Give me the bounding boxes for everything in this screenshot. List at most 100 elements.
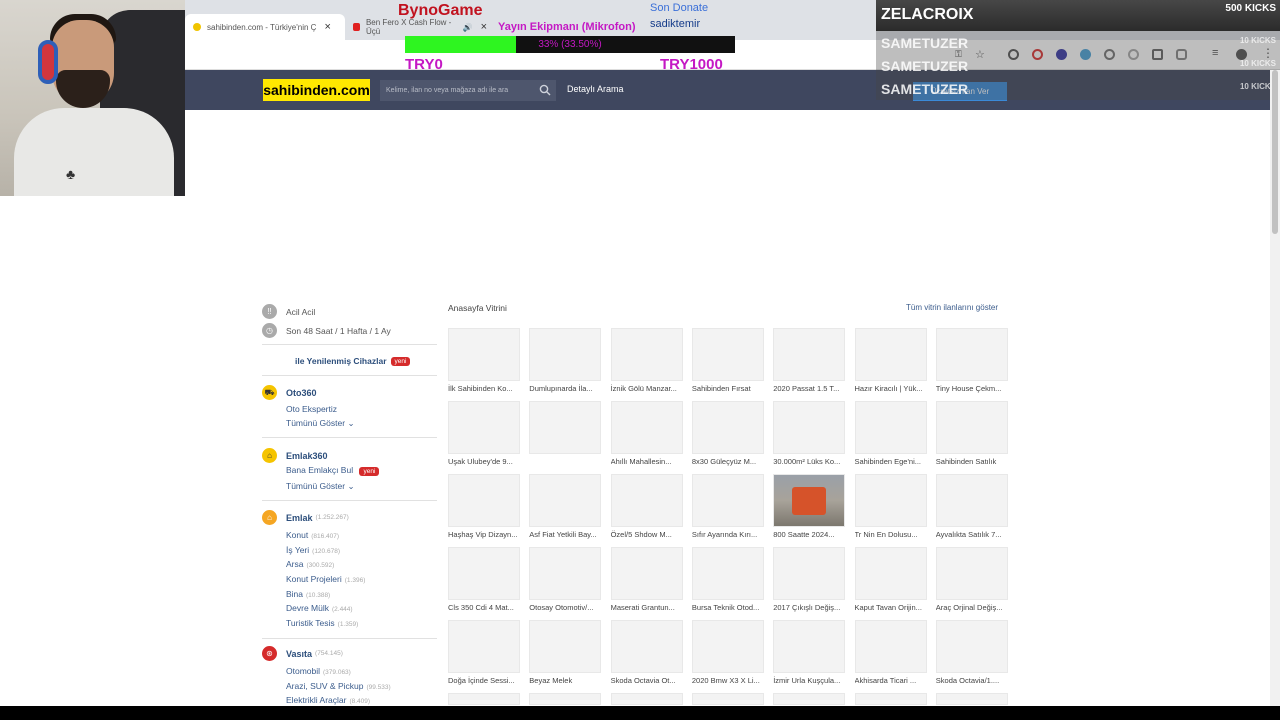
showcase-caption[interactable]: 2020 Bmw X3 X Li... — [692, 676, 770, 685]
showcase-thumbnail[interactable] — [610, 547, 683, 600]
showcase-thumbnail[interactable] — [691, 620, 764, 673]
showcase-card[interactable]: 30.000m² Lüks Ko... — [773, 401, 846, 466]
detailed-search-link[interactable]: Detaylı Arama — [567, 84, 624, 94]
showcase-caption[interactable]: Kaput Tavan Orijin... — [855, 603, 933, 612]
showcase-caption[interactable]: Hazır Kiracılı | Yük... — [855, 384, 933, 393]
showcase-caption[interactable]: Özel/5 Shdow M... — [611, 530, 689, 539]
showcase-card[interactable]: 800 Saatte 2024... — [773, 474, 846, 539]
showcase-card[interactable]: Sahibinden Satılık — [935, 401, 1008, 466]
close-tab-icon[interactable]: × — [324, 21, 330, 33]
showcase-card[interactable] — [691, 693, 764, 705]
showcase-card[interactable]: 8x30 Güleçyüz M... — [691, 401, 764, 466]
showcase-card[interactable]: Tiny House Çekm... — [935, 328, 1008, 393]
showcase-thumbnail[interactable] — [854, 401, 927, 454]
showcase-card[interactable] — [529, 401, 602, 457]
showcase-thumbnail[interactable] — [773, 620, 846, 673]
refurbished-link[interactable]: ile Yenilenmiş Cihazlar yeni — [295, 356, 411, 366]
showcase-thumbnail[interactable] — [854, 474, 927, 527]
showcase-thumbnail[interactable] — [935, 474, 1008, 527]
showcase-caption[interactable]: 800 Saatte 2024... — [773, 530, 851, 539]
showcase-thumbnail[interactable] — [691, 328, 764, 381]
showcase-caption[interactable]: 2020 Passat 1.5 T... — [773, 384, 851, 393]
showcase-card[interactable] — [773, 693, 846, 705]
showcase-caption[interactable]: Otosay Otomotiv/... — [529, 603, 607, 612]
showcase-thumbnail[interactable] — [610, 401, 683, 454]
showcase-thumbnail[interactable] — [448, 328, 520, 381]
showcase-card[interactable]: Araç Orjinal Değiş... — [935, 547, 1008, 612]
showcase-thumbnail[interactable] — [773, 328, 846, 381]
category-emlak360[interactable]: ⌂ Emlak360 — [262, 448, 328, 463]
search-input[interactable]: Kelime, ilan no veya mağaza adı ile ara — [380, 80, 556, 101]
showcase-card[interactable]: Dumlupınarda İla... — [529, 328, 602, 393]
sub-link-arsa[interactable]: Arsa (300.592) — [286, 559, 334, 569]
showcase-card[interactable]: 2020 Bmw X3 X Li... — [691, 620, 764, 685]
showcase-thumbnail[interactable] — [935, 401, 1008, 454]
showcase-caption[interactable]: Akhisarda Ticari ... — [855, 676, 933, 685]
sub-link-bina[interactable]: Bina (10.388) — [286, 589, 330, 599]
showcase-caption[interactable]: Araç Orjinal Değiş... — [936, 603, 1014, 612]
showcase-card[interactable]: Bursa Teknik Otod... — [691, 547, 764, 612]
sub-link-oto-ekspertiz[interactable]: Oto Ekspertiz — [286, 404, 337, 414]
showcase-caption[interactable]: Sıfır Ayarında Kırı... — [692, 530, 770, 539]
showcase-caption[interactable]: Tiny House Çekm... — [936, 384, 1014, 393]
showcase-thumbnail[interactable] — [935, 620, 1008, 673]
showcase-thumbnail[interactable] — [935, 328, 1008, 381]
showcase-card[interactable]: Uşak Ulubey'de 9... — [448, 401, 520, 466]
showcase-thumbnail[interactable] — [529, 328, 602, 381]
showcase-thumbnail[interactable] — [448, 693, 520, 705]
showcase-thumbnail[interactable] — [529, 474, 602, 527]
showcase-card[interactable]: Tr Nin En Dolusu... — [854, 474, 927, 539]
sub-link-turistik-tesis[interactable]: Turistik Tesis (1.359) — [286, 618, 358, 628]
showcase-card[interactable]: Sahibinden Ege'ni... — [854, 401, 927, 466]
showcase-card[interactable]: Cls 350 Cdi 4 Mat... — [448, 547, 520, 612]
showcase-caption[interactable]: Beyaz Melek — [529, 676, 607, 685]
showcase-thumbnail[interactable] — [448, 401, 520, 454]
showcase-card[interactable]: Hazır Kiracılı | Yük... — [854, 328, 927, 393]
showcase-thumbnail[interactable] — [773, 547, 846, 600]
sub-link-is-yeri[interactable]: İş Yeri (120.678) — [286, 545, 340, 555]
showcase-caption[interactable]: İlk Sahibinden Ko... — [448, 384, 526, 393]
showcase-caption[interactable]: Skoda Octavia Ot... — [611, 676, 689, 685]
showcase-thumbnail[interactable] — [773, 693, 846, 705]
showcase-card[interactable] — [448, 693, 520, 705]
showcase-caption[interactable]: 2017 Çıkışlı Değiş... — [773, 603, 851, 612]
showcase-caption[interactable]: Tr Nin En Dolusu... — [855, 530, 933, 539]
site-logo[interactable]: sahibinden.com — [263, 79, 370, 101]
showcase-card[interactable]: Kaput Tavan Orijin... — [854, 547, 927, 612]
scrollbar[interactable] — [1270, 70, 1280, 710]
showcase-card[interactable]: Ahıllı Mahallesin... — [610, 401, 683, 466]
search-icon[interactable] — [539, 84, 551, 96]
showcase-thumbnail[interactable] — [854, 620, 927, 673]
showcase-thumbnail[interactable] — [610, 620, 683, 673]
showcase-thumbnail[interactable] — [529, 620, 602, 673]
showcase-caption[interactable]: Skoda Octavia/1.... — [936, 676, 1014, 685]
showcase-caption[interactable]: Sahibinden Satılık — [936, 457, 1014, 466]
showcase-thumbnail[interactable] — [691, 401, 764, 454]
sub-link-otomobil[interactable]: Otomobil (379.063) — [286, 666, 351, 676]
showcase-card[interactable]: Skoda Octavia/1.... — [935, 620, 1008, 685]
show-all-link[interactable]: Tümünü Göster ⌄ — [286, 418, 355, 429]
showcase-card[interactable]: 2017 Çıkışlı Değiş... — [773, 547, 846, 612]
category-emlak[interactable]: ⌂ Emlak (1.252.267) — [262, 510, 349, 525]
showcase-caption[interactable]: Cls 350 Cdi 4 Mat... — [448, 603, 526, 612]
showcase-thumbnail[interactable] — [610, 693, 683, 705]
showcase-card[interactable]: Skoda Octavia Ot... — [610, 620, 683, 685]
showcase-thumbnail[interactable] — [610, 328, 683, 381]
close-tab-icon[interactable]: × — [481, 21, 487, 33]
showcase-thumbnail[interactable] — [691, 474, 764, 527]
showcase-card[interactable]: İzmir Urla Kuşçula... — [773, 620, 846, 685]
showcase-thumbnail[interactable] — [448, 620, 520, 673]
sub-link-arazi-suv[interactable]: Arazi, SUV & Pickup (99.533) — [286, 681, 391, 691]
showcase-card[interactable]: Beyaz Melek — [529, 620, 602, 685]
showcase-card[interactable]: Maserati Grantun... — [610, 547, 683, 612]
showcase-caption[interactable]: Ayvalıkta Satılık 7... — [936, 530, 1014, 539]
showcase-thumbnail[interactable] — [773, 474, 846, 527]
showcase-thumbnail[interactable] — [854, 547, 927, 600]
show-all-link[interactable]: Tümünü Göster ⌄ — [286, 481, 355, 492]
recent-link[interactable]: ◷ Son 48 Saat / 1 Hafta / 1 Ay — [262, 323, 391, 338]
sub-link-konut[interactable]: Konut (816.407) — [286, 530, 339, 540]
showcase-card[interactable] — [935, 693, 1008, 705]
showcase-card[interactable] — [529, 693, 602, 705]
sub-link-konut-projeleri[interactable]: Konut Projeleri (1.396) — [286, 574, 365, 584]
showcase-thumbnail[interactable] — [691, 693, 764, 705]
